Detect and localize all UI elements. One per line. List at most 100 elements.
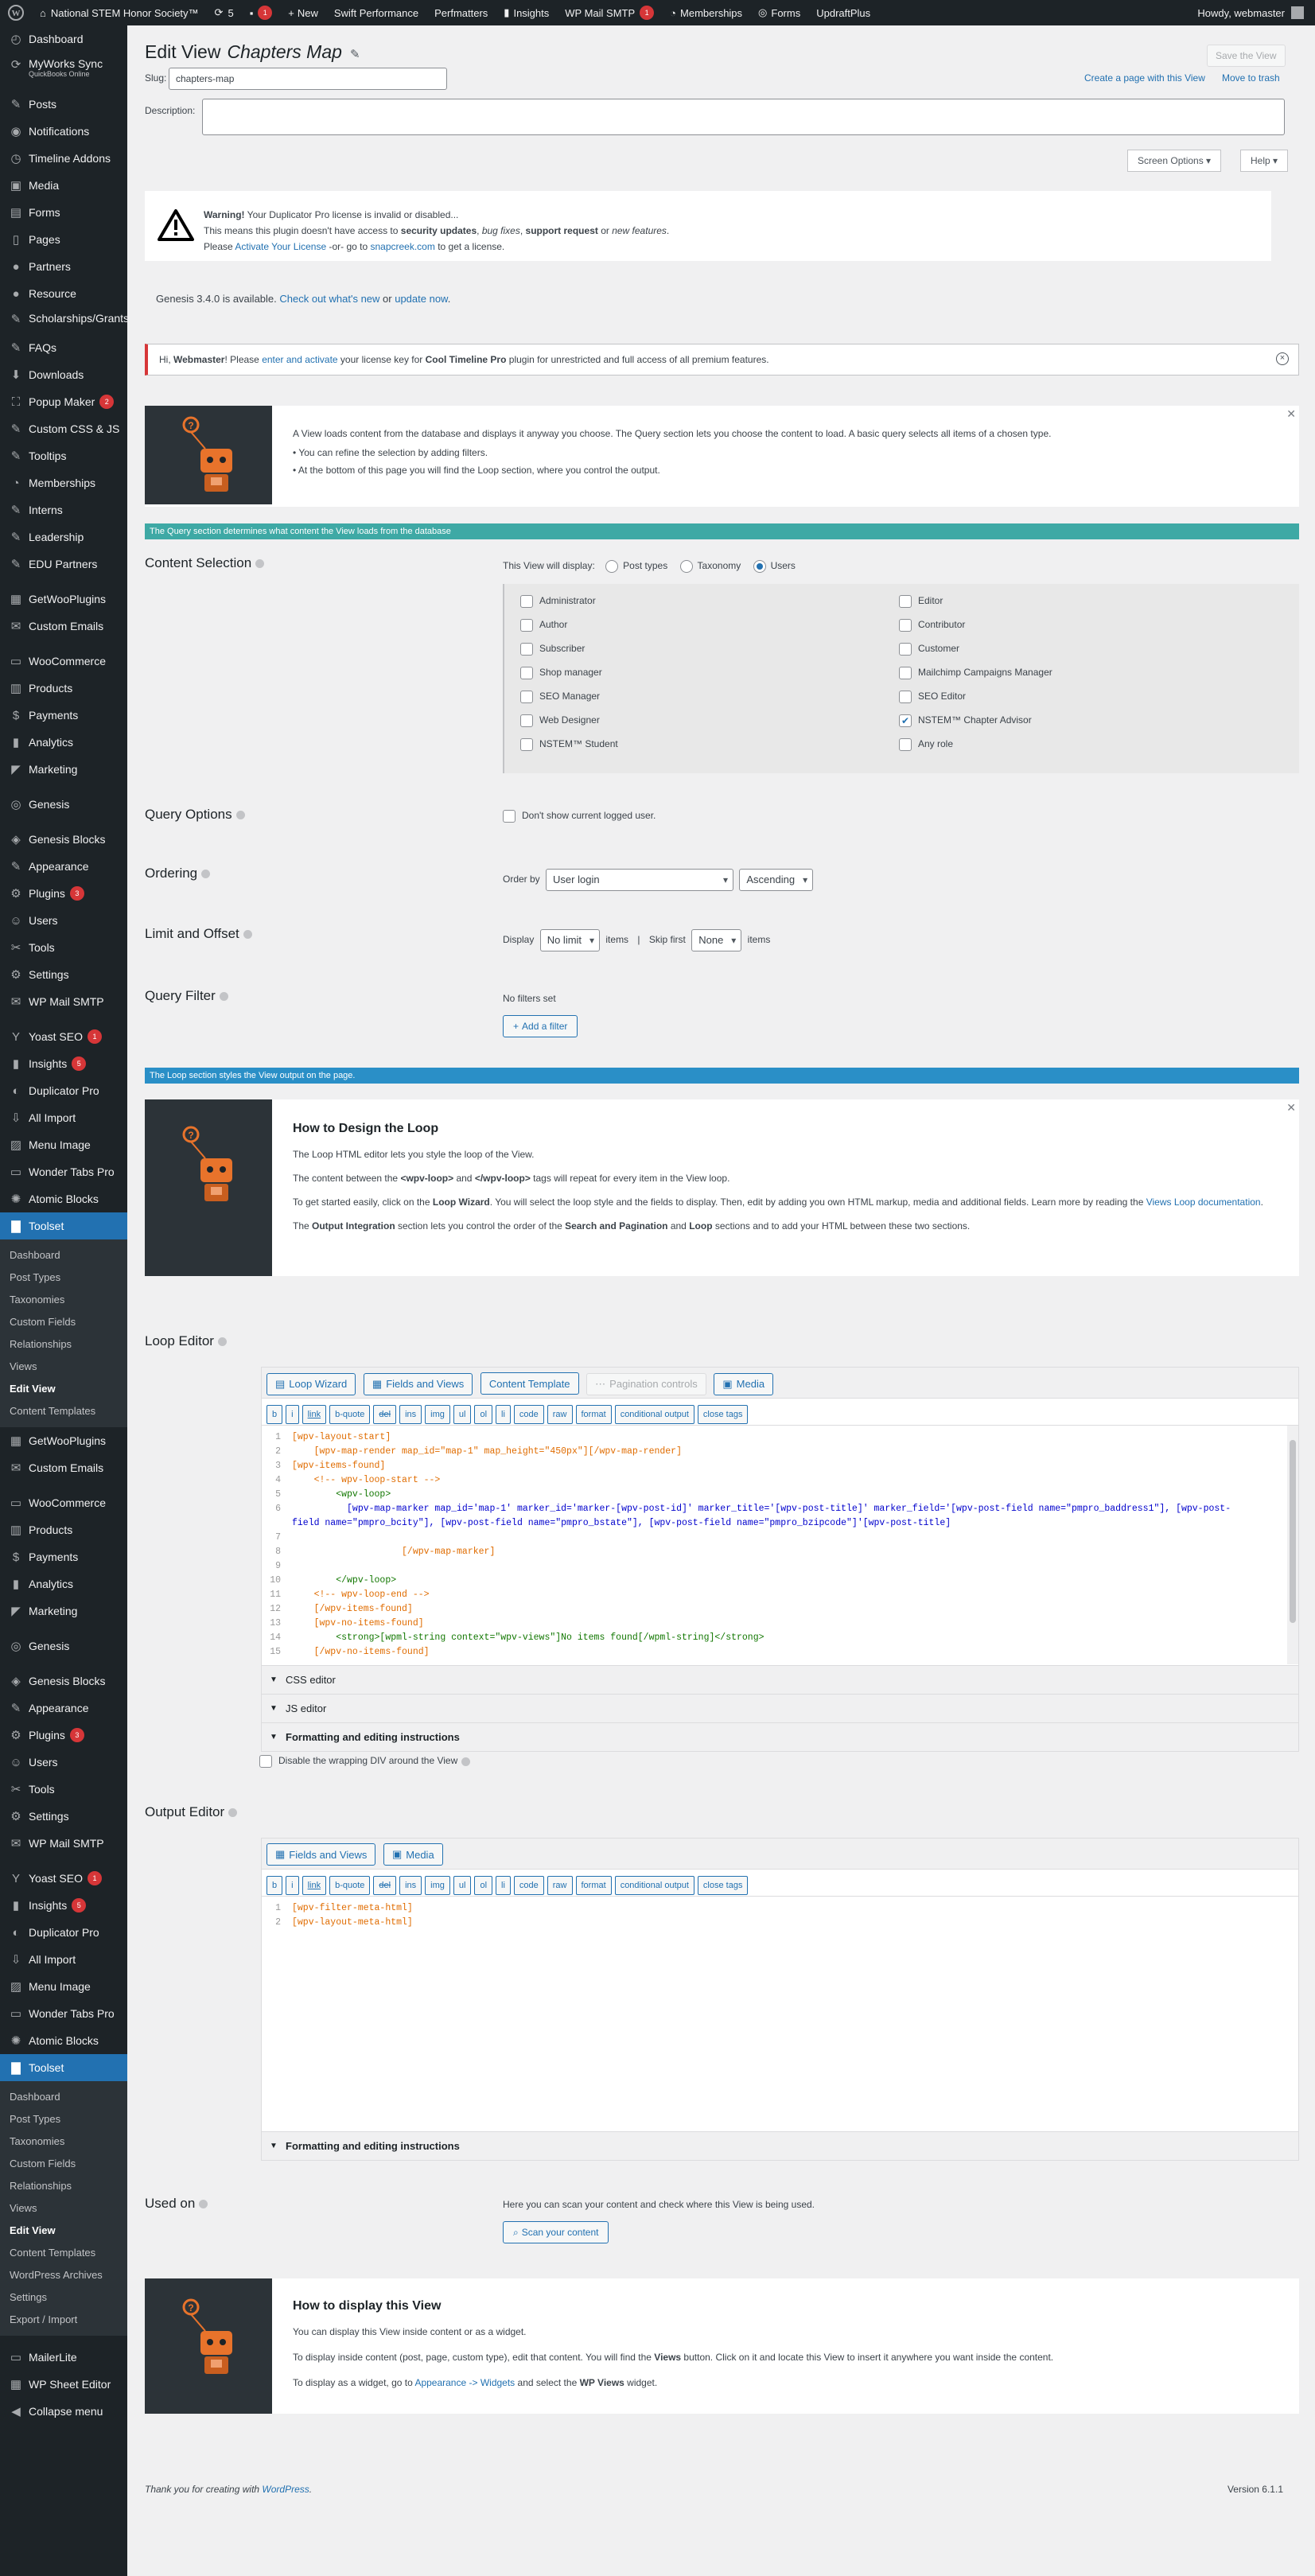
- menu-item-tooltips[interactable]: ✎ Tooltips: [0, 442, 127, 469]
- menu-item-leadership[interactable]: ✎ Leadership: [0, 523, 127, 551]
- role-checkbox[interactable]: [899, 691, 912, 703]
- submenu-item-custom-fields[interactable]: Custom Fields: [0, 2153, 127, 2175]
- quicktag-code-button[interactable]: code: [513, 1876, 544, 1895]
- menu-item-downloads[interactable]: ⬇ Downloads: [0, 361, 127, 388]
- role-option[interactable]: Author: [520, 619, 567, 632]
- menu-item-yoast-seo[interactable]: Y Yoast SEO 1: [0, 1023, 127, 1050]
- role-option[interactable]: NSTEM™ Student: [520, 738, 618, 751]
- quicktag-ol-button[interactable]: ol: [474, 1876, 493, 1895]
- radio-taxonomy[interactable]: [679, 560, 693, 573]
- menu-item-genesis-blocks[interactable]: ◈ Genesis Blocks: [0, 1667, 127, 1695]
- menu-item-duplicator-pro[interactable]: ◐ Duplicator Pro: [0, 1077, 127, 1104]
- help-icon[interactable]: [243, 930, 252, 940]
- screen-options-button[interactable]: Screen Options ▾: [1127, 150, 1222, 172]
- submenu-item-views[interactable]: Views: [0, 1356, 127, 1378]
- content-template-button[interactable]: Content Template: [480, 1372, 579, 1395]
- role-option[interactable]: Editor: [899, 595, 943, 608]
- help-icon[interactable]: [255, 559, 265, 569]
- dont-show-current-user-checkbox[interactable]: [503, 810, 515, 823]
- submenu-item-relationships[interactable]: Relationships: [0, 2175, 127, 2197]
- role-checkbox[interactable]: [899, 595, 912, 608]
- menu-item-wonder-tabs-pro[interactable]: ▭ Wonder Tabs Pro: [0, 2000, 127, 2027]
- quicktag-conditional-output-button[interactable]: conditional output: [614, 1876, 694, 1895]
- role-checkbox[interactable]: [520, 595, 533, 608]
- submenu-item-relationships[interactable]: Relationships: [0, 1333, 127, 1356]
- quicktag-conditional-output-button[interactable]: conditional output: [614, 1405, 694, 1424]
- pencil-icon[interactable]: ✎: [350, 48, 360, 61]
- menu-item-resource[interactable]: ● Resource: [0, 280, 127, 307]
- menu-item-payments[interactable]: $ Payments: [0, 702, 127, 729]
- help-icon[interactable]: [461, 1757, 471, 1766]
- quicktag-ol-button[interactable]: ol: [474, 1405, 493, 1424]
- menu-item-plugins[interactable]: ⚙ Plugins 3: [0, 1722, 127, 1749]
- comments-link[interactable]: ▪ 1: [242, 0, 281, 25]
- editor-scrollbar[interactable]: [1287, 1426, 1298, 1664]
- insights-link[interactable]: ▮ Insights: [496, 0, 557, 25]
- role-option[interactable]: Mailchimp Campaigns Manager: [899, 667, 1052, 679]
- site-name-link[interactable]: ⌂ National STEM Honor Society™: [32, 0, 207, 25]
- quicktag-del-button[interactable]: del: [373, 1876, 397, 1895]
- menu-item-wp-sheet-editor[interactable]: ▦ WP Sheet Editor: [0, 2371, 127, 2398]
- forms-link[interactable]: ◎ Forms: [750, 0, 808, 25]
- quicktag-ins-button[interactable]: ins: [399, 1876, 422, 1895]
- menu-item-popup-maker[interactable]: ⛶ Popup Maker 2: [0, 388, 127, 415]
- output-code-editor[interactable]: 1 [wpv-filter-meta-html] 2 [wpv-layout-meta…: [261, 1897, 1299, 2132]
- menu-item-custom-emails[interactable]: ✉ Custom Emails: [0, 613, 127, 640]
- quicktag-del-button[interactable]: del: [373, 1405, 397, 1424]
- submenu-item-taxonomies[interactable]: Taxonomies: [0, 2130, 127, 2153]
- move-to-trash-link[interactable]: Move to trash: [1222, 72, 1280, 84]
- menu-item-insights[interactable]: ▮ Insights 5: [0, 1892, 127, 1919]
- menu-item-dashboard[interactable]: ◴ Dashboard: [0, 25, 127, 53]
- submenu-item-edit-view[interactable]: Edit View: [0, 1378, 127, 1400]
- submenu-item-post-types[interactable]: Post Types: [0, 2108, 127, 2130]
- menu-item-scholarships-grants[interactable]: ✎ Scholarships/Grants: [0, 307, 129, 334]
- skip-select[interactable]: None: [691, 929, 742, 951]
- create-page-link[interactable]: Create a page with this View: [1084, 72, 1205, 84]
- menu-item-products[interactable]: ▥ Products: [0, 1516, 127, 1543]
- limit-select[interactable]: No limit: [539, 929, 601, 951]
- menu-item-analytics[interactable]: ▮ Analytics: [0, 1570, 127, 1597]
- menu-item-posts[interactable]: ✎ Posts: [0, 91, 127, 118]
- quicktag-format-button[interactable]: format: [575, 1405, 612, 1424]
- views-loop-docs-link[interactable]: Views Loop documentation: [1146, 1197, 1261, 1208]
- menu-item-duplicator-pro[interactable]: ◐ Duplicator Pro: [0, 1919, 127, 1946]
- fields-and-views-button[interactable]: ▦ Fields and Views: [363, 1372, 473, 1395]
- menu-item-genesis-blocks[interactable]: ◈ Genesis Blocks: [0, 826, 127, 853]
- role-checkbox[interactable]: [899, 738, 912, 751]
- loop-wizard-button[interactable]: ▤ Loop Wizard: [267, 1372, 356, 1395]
- role-option[interactable]: Subscriber: [520, 643, 585, 656]
- menu-item-marketing[interactable]: ◤ Marketing: [0, 1597, 127, 1625]
- quicktag-b-quote-button[interactable]: b-quote: [329, 1876, 371, 1895]
- menu-item-users[interactable]: ☺ Users: [0, 1749, 127, 1776]
- new-content-link[interactable]: + New: [280, 0, 326, 25]
- role-option[interactable]: Customer: [899, 643, 959, 656]
- submenu-item-edit-view[interactable]: Edit View: [0, 2220, 127, 2242]
- role-option[interactable]: Contributor: [899, 619, 965, 632]
- pagination-controls-button[interactable]: ⋯ Pagination controls: [586, 1372, 706, 1395]
- quicktag-img-button[interactable]: img: [425, 1405, 450, 1424]
- quicktag-format-button[interactable]: format: [575, 1876, 612, 1895]
- updates-link[interactable]: ⟳ 5: [207, 0, 242, 25]
- menu-item-settings[interactable]: ⚙ Settings: [0, 1803, 127, 1830]
- menu-item-atomic-blocks[interactable]: ✺ Atomic Blocks: [0, 2027, 127, 2054]
- quicktag-raw-button[interactable]: raw: [547, 1876, 573, 1895]
- quicktag-ins-button[interactable]: ins: [399, 1405, 422, 1424]
- quicktag-code-button[interactable]: code: [513, 1405, 544, 1424]
- menu-item-timeline-addons[interactable]: ◷ Timeline Addons: [0, 145, 127, 172]
- menu-item-mailerlite[interactable]: ▭ MailerLite: [0, 2344, 127, 2371]
- menu-item-insights[interactable]: ▮ Insights 5: [0, 1050, 127, 1077]
- help-icon[interactable]: [199, 2200, 208, 2209]
- submenu-item-export-import[interactable]: Export / Import: [0, 2309, 127, 2331]
- role-option[interactable]: SEO Manager: [520, 691, 600, 703]
- role-option[interactable]: Administrator: [520, 595, 596, 608]
- quicktag-i-button[interactable]: i: [286, 1876, 299, 1895]
- update-now-link[interactable]: update now: [395, 293, 448, 305]
- menu-item-toolset[interactable]: ▇ Toolset: [0, 1212, 127, 1239]
- role-checkbox[interactable]: [520, 619, 533, 632]
- menu-item-all-import[interactable]: ⇩ All Import: [0, 1104, 127, 1131]
- css-editor-toggle[interactable]: ▼ CSS editor: [261, 1666, 1299, 1695]
- radio-post-types[interactable]: [605, 560, 619, 573]
- quicktag-img-button[interactable]: img: [425, 1876, 450, 1895]
- submenu-item-content-templates[interactable]: Content Templates: [0, 2242, 127, 2264]
- quicktag-close-tags-button[interactable]: close tags: [697, 1405, 749, 1424]
